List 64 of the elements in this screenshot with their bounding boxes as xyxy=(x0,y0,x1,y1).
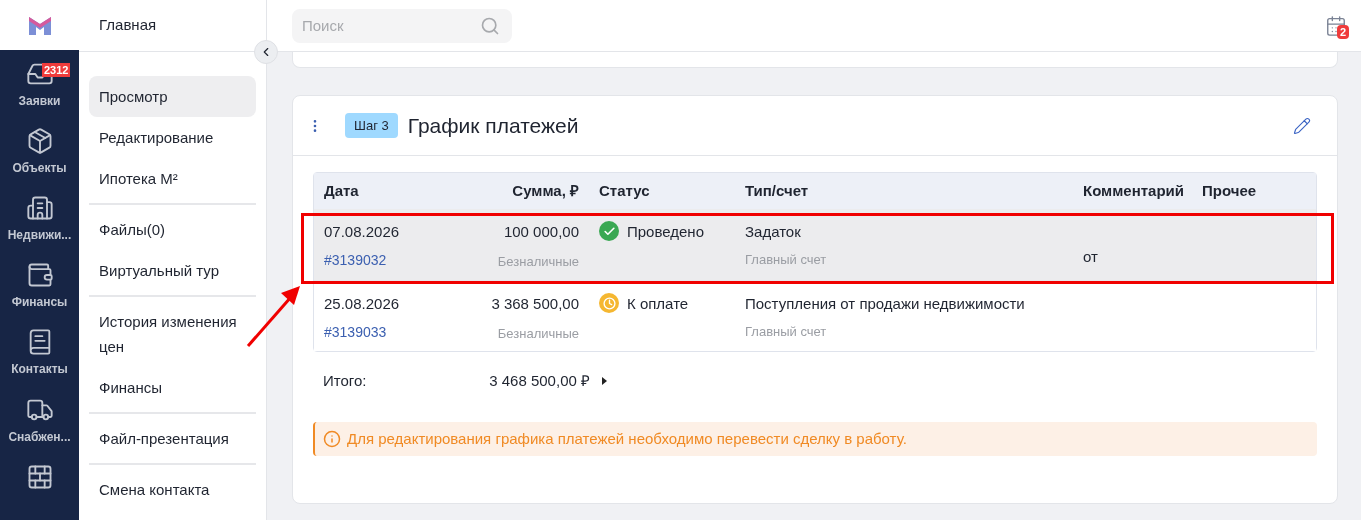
total-amount: 3 468 500,00 ₽ xyxy=(488,370,590,391)
annotation-arrow xyxy=(245,283,303,349)
check-icon xyxy=(599,221,619,241)
sidebar-item[interactable]: Ипотека М² xyxy=(89,158,256,199)
method-cell-text: Безналичные xyxy=(497,324,579,343)
sidebar-title: Главная xyxy=(99,15,157,36)
column-header: Статус xyxy=(598,180,651,201)
type-cell-text: Поступления от продажи недвижимости xyxy=(745,294,1026,314)
clock-icon xyxy=(599,293,619,313)
nav-item[interactable]: 2312 Заявки xyxy=(0,49,79,117)
nav-label: Финансы xyxy=(11,294,68,312)
info-text: Для редактирования графика платежей необходимо перевести сделку в работу. xyxy=(347,428,907,449)
sidebar-item[interactable]: Редактирование xyxy=(89,117,256,158)
table-row[interactable]: 25.08.2026 #3139033 3 368 500,00 Безналичные К оплате Поступления от продажи недвижимости Главный счет xyxy=(314,280,1316,351)
column-header: Дата xyxy=(323,180,360,201)
payment-link[interactable]: #3139033 xyxy=(324,321,451,343)
nav-item[interactable]: Контакты xyxy=(0,318,79,386)
sidebar-item[interactable]: Файлы(0) xyxy=(89,209,256,250)
account-cell-text: Главный счет xyxy=(745,322,828,341)
column-header: Прочее xyxy=(1201,180,1258,201)
column-header: Сумма, ₽ xyxy=(511,180,579,201)
nav-item[interactable]: Снабжен... xyxy=(0,385,79,453)
status-cell-text: Проведено xyxy=(627,222,704,242)
edit-icon[interactable] xyxy=(1293,116,1311,135)
step-badge: Шаг 3 xyxy=(345,112,398,139)
column-header: Комментарий xyxy=(1082,180,1185,201)
nav-item[interactable]: Финансы xyxy=(0,251,79,319)
logo-icon[interactable] xyxy=(28,14,51,35)
nav-label: Снабжен... xyxy=(8,428,71,446)
search-icon xyxy=(480,15,500,36)
nav-label: Контакты xyxy=(11,361,68,379)
sidebar-item[interactable]: Финансы xyxy=(89,367,256,408)
method-cell-text: Безналичные xyxy=(497,252,579,271)
nav-item[interactable]: Объекты xyxy=(0,116,79,184)
column-header: Тип/счет xyxy=(744,180,810,201)
date-cell-text: 07.08.2026 xyxy=(324,222,401,242)
sidebar-item[interactable]: Смена контакта xyxy=(89,469,256,510)
building-icon xyxy=(25,194,54,222)
table-row[interactable]: 07.08.2026 #3139032 100 000,00 Безналичные Проведено Задаток Главный счет от xyxy=(314,209,1316,280)
caret-right-icon[interactable] xyxy=(602,377,607,385)
type-cell-text: Задаток xyxy=(745,222,802,242)
status-cell-text: К оплате xyxy=(627,294,689,314)
card-title: График платежей xyxy=(407,112,579,139)
search-field[interactable]: Поиск xyxy=(292,8,512,43)
nav-label: Заявки xyxy=(18,92,61,110)
count-badge: 2312 xyxy=(42,62,71,77)
calendar-icon[interactable] xyxy=(1325,14,1347,37)
sidebar-item[interactable]: Просмотр xyxy=(89,76,256,117)
payment-link[interactable]: #3139032 xyxy=(324,249,451,271)
sidebar-item[interactable]: Файл-презентация xyxy=(89,418,256,459)
date-cell-text: 25.08.2026 xyxy=(324,294,401,314)
sidebar-item[interactable]: Виртуальный тур xyxy=(89,250,256,291)
info-icon xyxy=(323,430,341,448)
nav-label: Недвижи... xyxy=(7,227,72,244)
total-label: Итого: xyxy=(322,370,368,391)
amount-cell-text: 3 368 500,00 xyxy=(491,294,579,314)
comment-cell: от xyxy=(1083,248,1098,265)
nav-label: Объекты xyxy=(12,159,67,177)
count-badge: 2 xyxy=(1337,24,1350,39)
amount-cell-text: 100 000,00 xyxy=(503,222,579,242)
account-cell-text: Главный счет xyxy=(745,250,828,269)
collapse-button[interactable] xyxy=(254,40,278,64)
sidebar-item[interactable]: История изменения цен xyxy=(89,301,256,367)
nav-item[interactable]: Недвижи... xyxy=(0,184,79,252)
